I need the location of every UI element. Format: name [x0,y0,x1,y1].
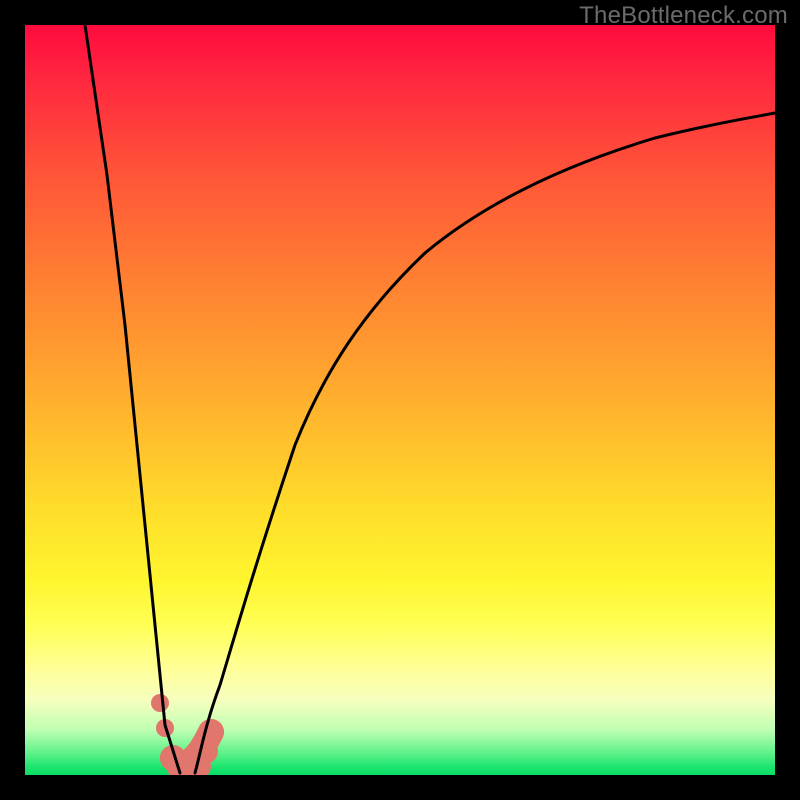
plot-area [25,25,775,775]
left-branch-line [85,25,180,773]
chart-frame: TheBottleneck.com [0,0,800,800]
right-branch-line [195,113,775,773]
curve-layer [25,25,775,775]
watermark-text: TheBottleneck.com [579,2,788,30]
